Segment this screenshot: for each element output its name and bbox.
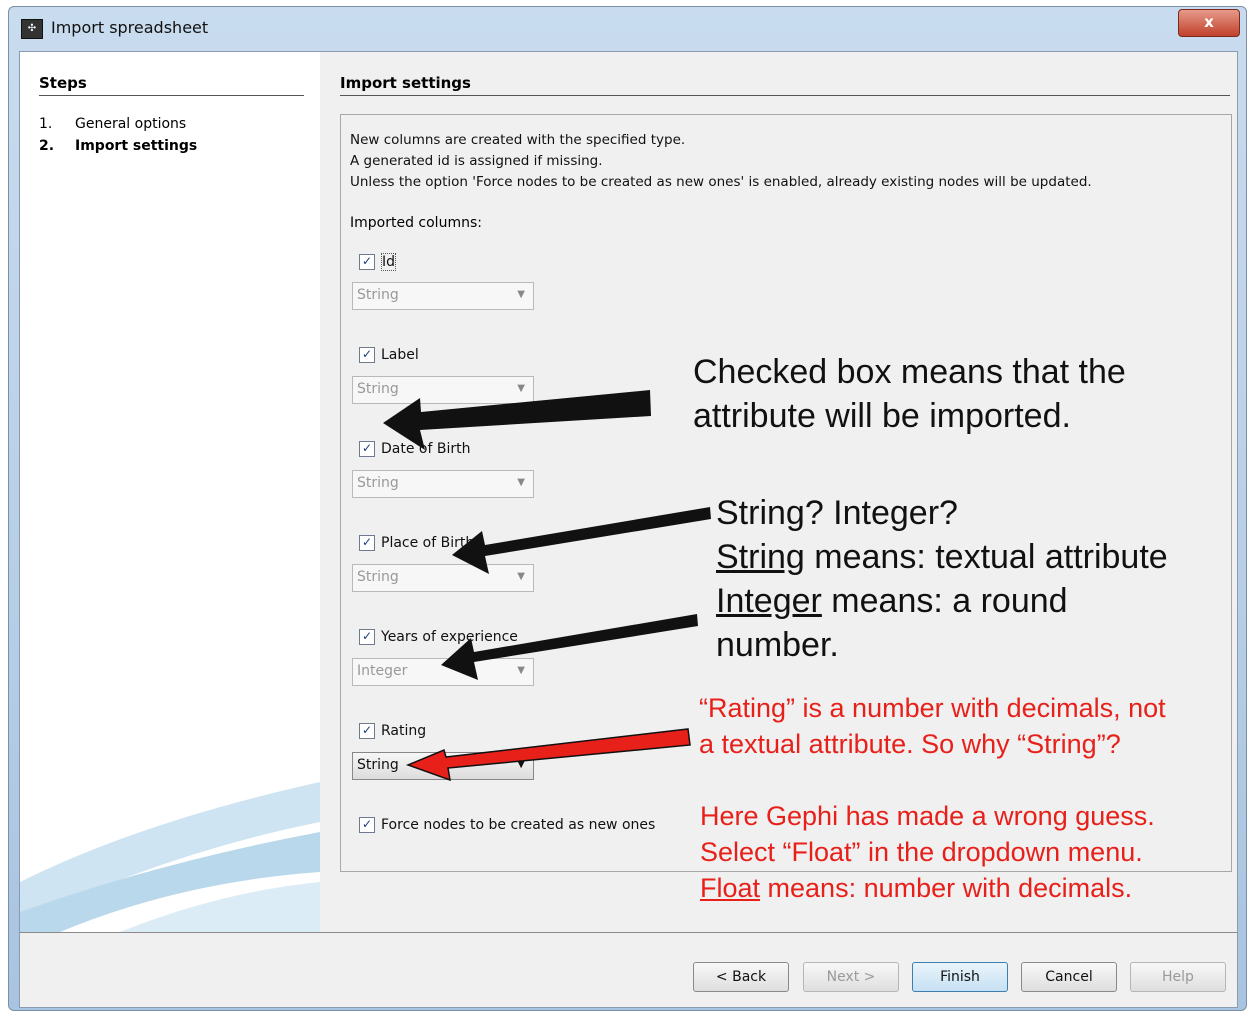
annotation-line: Checked box means that the <box>693 353 1126 391</box>
annotation-line: Float means: number with decimals. <box>700 870 1155 906</box>
annotation-line: number. <box>716 626 839 664</box>
annotation-text: means: number with decimals. <box>760 873 1133 903</box>
annotation-line: Select “Float” in the dropdown menu. <box>700 837 1143 867</box>
annotation-text: means: textual attribute <box>804 538 1168 576</box>
annotation-line: a textual attribute. So why “String”? <box>699 729 1121 759</box>
annotation-checked-box: Checked box means that the attribute wil… <box>693 350 1126 438</box>
black-arrow-to-checkbox <box>383 390 651 450</box>
annotation-line: Here Gephi has made a wrong guess. <box>700 801 1155 831</box>
annotation-underlined-word: Float <box>700 873 761 903</box>
red-arrow-to-rating-type <box>405 728 691 782</box>
black-arrow-to-integer-type <box>441 614 698 680</box>
annotation-line: String means: textual attribute <box>716 535 1168 579</box>
annotation-line: “Rating” is a number with decimals, not <box>699 693 1166 723</box>
annotation-type-explanation: String? Integer? String means: textual a… <box>716 491 1168 667</box>
annotation-wrong-guess: Here Gephi has made a wrong guess. Selec… <box>700 798 1155 906</box>
annotation-line: attribute will be imported. <box>693 397 1071 435</box>
annotation-rating-question: “Rating” is a number with decimals, not … <box>699 690 1166 762</box>
black-arrow-to-string-type <box>452 507 711 574</box>
annotation-line: Integer means: a round <box>716 579 1168 623</box>
annotation-underlined-word: String <box>716 538 805 576</box>
annotation-underlined-word: Integer <box>716 582 822 620</box>
annotation-text: means: a round <box>821 582 1068 620</box>
annotation-line: String? Integer? <box>716 494 958 532</box>
